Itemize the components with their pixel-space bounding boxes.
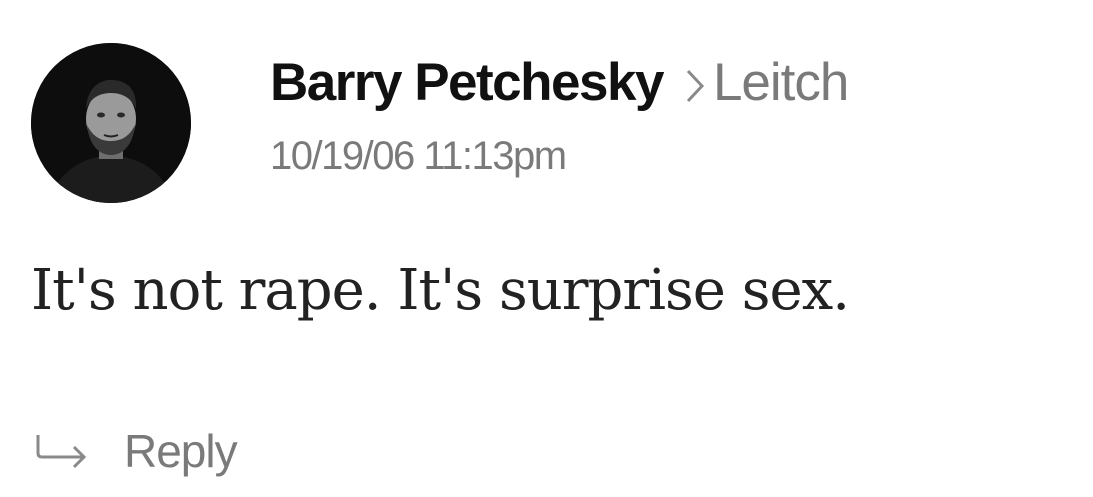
- reply-arrow-icon: [36, 435, 87, 469]
- byline: Barry Petchesky Leitch: [270, 52, 849, 116]
- comment-timestamp[interactable]: 10/19/06 11:13pm: [270, 134, 848, 179]
- comment-meta: Barry Petchesky Leitch 10/19/06 11:13pm: [270, 52, 849, 179]
- author-name[interactable]: Barry Petchesky: [270, 52, 664, 113]
- reply-label: Reply: [124, 425, 238, 477]
- reply-to-link[interactable]: Leitch: [713, 52, 849, 113]
- comment-body: It's not rape. It's surprise sex.: [31, 258, 850, 323]
- reply-button[interactable]: Reply: [34, 424, 238, 478]
- avatar-portrait-image: [31, 43, 191, 203]
- comment: Barry Petchesky Leitch 10/19/06 11:13pm …: [0, 0, 1093, 497]
- author-avatar[interactable]: [31, 43, 191, 203]
- chevron-right-icon: [685, 68, 705, 104]
